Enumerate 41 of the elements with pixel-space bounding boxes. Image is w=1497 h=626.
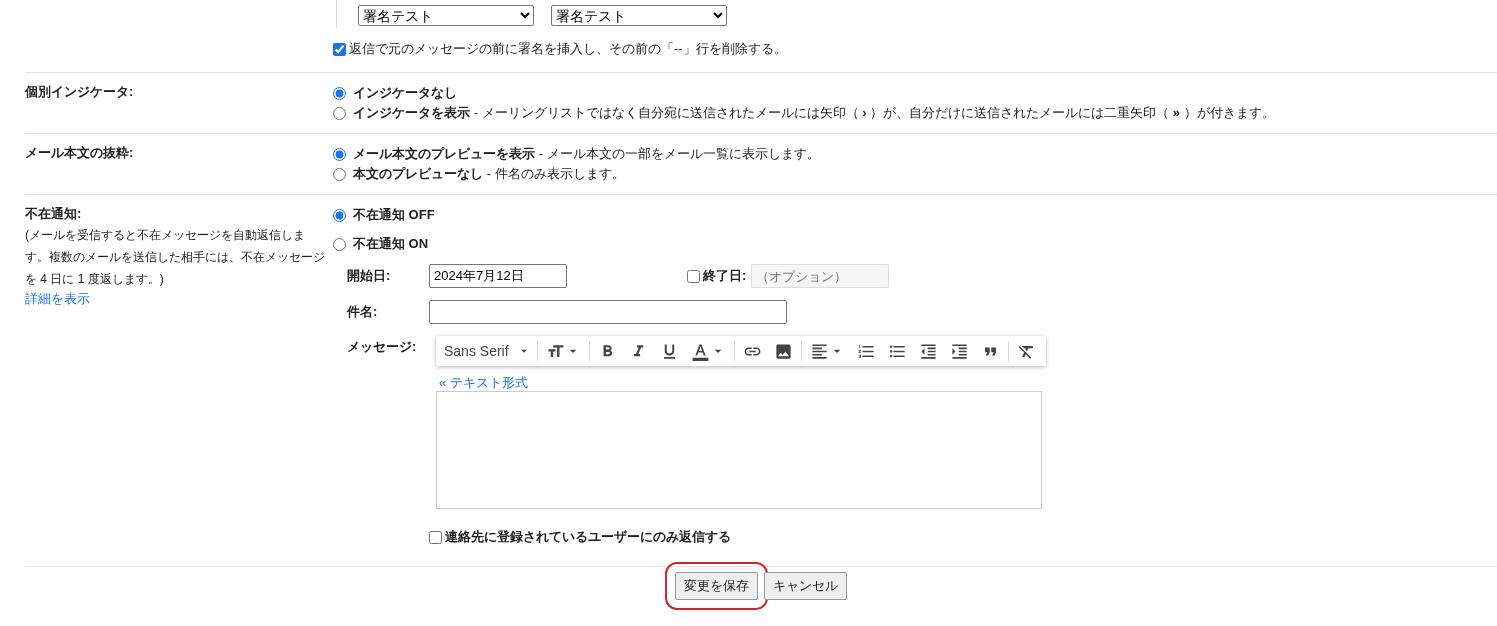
- field-label: 終了日:: [703, 267, 747, 285]
- signature-select[interactable]: 署名テスト: [551, 5, 727, 26]
- field-label: 件名:: [347, 303, 379, 321]
- radio-option[interactable]: 不在通知 OFF: [333, 205, 1046, 225]
- checkbox-label: 連絡先に登録されているユーザーにのみ返信する: [445, 528, 731, 546]
- signature-select[interactable]: 署名テスト: [358, 5, 534, 26]
- setting-label: 個別インジケータ:: [25, 83, 135, 101]
- plain-text-link[interactable]: « テキスト形式: [439, 375, 1046, 391]
- option-label: 本文のプレビューなし - 件名のみ表示します。: [353, 165, 625, 183]
- radio-button[interactable]: [333, 237, 346, 251]
- subject-field[interactable]: [429, 300, 787, 324]
- radio-option[interactable]: 本文のプレビューなし - 件名のみ表示します。: [333, 164, 820, 184]
- radio-button[interactable]: [333, 86, 346, 100]
- start-date-field[interactable]: 2024年7月12日: [429, 264, 567, 288]
- text-color-icon: [691, 341, 711, 361]
- option-label: インジケータなし: [353, 84, 457, 102]
- field-label: メッセージ:: [347, 338, 418, 356]
- image-icon: [774, 341, 794, 361]
- details-link[interactable]: 詳細を表示: [25, 290, 333, 308]
- radio-button[interactable]: [333, 208, 346, 222]
- align-left-icon: [810, 341, 830, 361]
- radio-option[interactable]: インジケータなし: [333, 83, 1275, 103]
- message-field[interactable]: [436, 391, 1042, 509]
- indent-more-icon: [950, 341, 970, 361]
- option-label: 不在通知 OFF: [353, 206, 435, 224]
- checkbox[interactable]: [333, 42, 346, 56]
- setting-label: 不在通知:: [25, 205, 83, 223]
- indent-less-icon: [919, 341, 939, 361]
- setting-label: メール本文の抜粋:: [25, 144, 135, 162]
- checkbox-label: 返信で元のメッセージの前に署名を挿入し、その前の「--」行を削除する。: [349, 40, 787, 58]
- option-label: 不在通知 ON: [353, 235, 429, 253]
- setting-description: (メールを受信すると不在メッセージを自動返信します。複数のメールを送信した相手には、不在メッセージを 4 日に 1 度返します。): [25, 227, 325, 288]
- radio-button[interactable]: [333, 147, 346, 161]
- form-button[interactable]: キャンセル: [764, 572, 847, 600]
- field-label: 開始日:: [347, 267, 392, 285]
- radio-button[interactable]: [333, 167, 346, 181]
- checkbox[interactable]: [429, 530, 442, 544]
- font-select[interactable]: Sans Serif: [440, 339, 536, 363]
- radio-option[interactable]: 不在通知 ON: [333, 234, 1046, 254]
- checkbox[interactable]: [687, 269, 700, 283]
- radio-button[interactable]: [333, 106, 346, 120]
